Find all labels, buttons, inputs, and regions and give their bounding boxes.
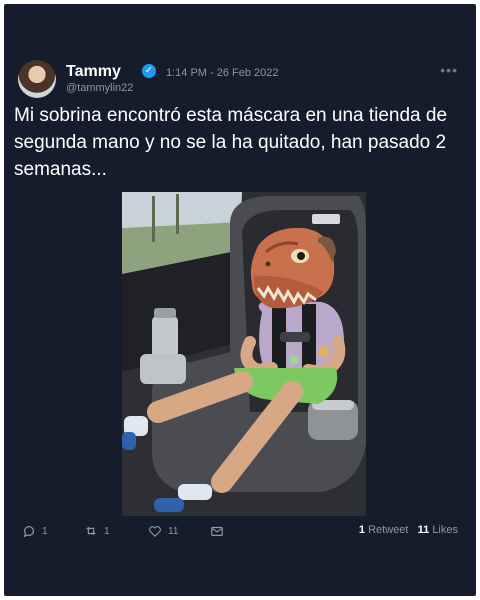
more-options-icon[interactable]: ••• — [440, 62, 458, 78]
retweet-action[interactable]: 1 — [84, 522, 110, 540]
like-action[interactable]: 11 — [148, 522, 178, 540]
heart-icon — [149, 526, 161, 538]
retweets-label[interactable]: Retweet — [368, 524, 408, 536]
likes-label[interactable]: Likes — [432, 524, 458, 536]
verified-badge-icon: ✓ — [142, 64, 156, 78]
like-count: 11 — [168, 525, 179, 537]
reply-action[interactable]: 1 — [22, 522, 48, 540]
tweet-text: Mi sobrina encontró esta máscara en una … — [14, 105, 448, 180]
message-action[interactable] — [210, 522, 224, 540]
tweet-header: Tammy ✓ 1:14 PM - 26 Feb 2022 @tammylin2… — [18, 60, 468, 104]
envelope-icon — [211, 526, 223, 536]
reply-icon — [23, 526, 34, 538]
author-name[interactable]: Tammy — [66, 63, 121, 81]
retweet-icon — [86, 526, 96, 536]
retweets-number[interactable]: 1 — [359, 524, 365, 536]
tweet-card: Tammy ✓ 1:14 PM - 26 Feb 2022 @tammylin2… — [4, 4, 476, 596]
likes-number[interactable]: 11 — [418, 524, 430, 536]
tweet-photo[interactable] — [122, 192, 366, 516]
reply-count: 1 — [42, 525, 48, 537]
avatar[interactable] — [18, 60, 56, 98]
tweet-actions: 1 1 11 1 Retweet 11 Likes — [22, 522, 472, 542]
tweet-timestamp[interactable]: 1:14 PM - 26 Feb 2022 — [166, 67, 279, 79]
retweet-count: 1 — [104, 525, 110, 537]
tweet-stats: 1 Retweet 11 Likes — [359, 524, 458, 536]
child-in-dinosaur-mask-image — [122, 192, 366, 516]
author-handle[interactable]: @tammylin22 — [66, 82, 133, 94]
